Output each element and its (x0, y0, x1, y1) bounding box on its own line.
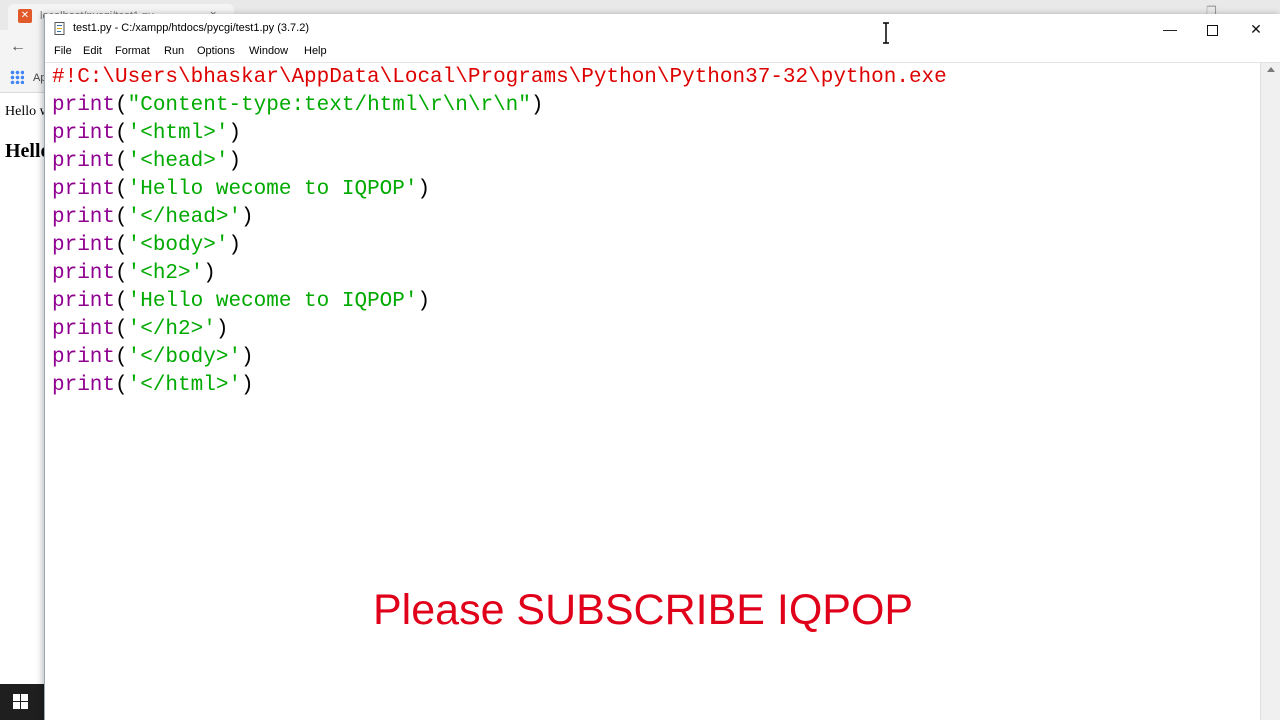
menu-bar: File Edit Format Run Options Window Help (45, 44, 1280, 63)
paren-close: ) (241, 374, 254, 397)
code-line: print('Hello wecome to IQPOP') (52, 288, 430, 316)
paren-open: ( (115, 234, 128, 257)
paren-close: ) (203, 262, 216, 285)
code-line: print('<body>') (52, 232, 241, 260)
maximize-button[interactable] (1190, 18, 1234, 40)
paren-close: ) (530, 94, 544, 117)
keyword-print: print (52, 346, 116, 369)
string-literal: '</body>' (127, 346, 242, 369)
code-line: print('Hello wecome to IQPOP') (52, 176, 430, 204)
string-literal: 'Hello wecome to IQPOP' (127, 290, 418, 313)
paren-open: ( (115, 346, 128, 369)
keyword-print: print (52, 318, 116, 341)
paren-open: ( (115, 290, 128, 313)
code-line-shebang: #!C:\Users\bhaskar\AppData\Local\Program… (52, 66, 947, 89)
paren-close: ) (228, 150, 242, 173)
keyword-print: print (52, 262, 116, 285)
paren-open: ( (115, 94, 128, 117)
paren-close: ) (228, 122, 242, 145)
keyword-print: print (52, 206, 116, 229)
back-arrow-icon[interactable]: ← (10, 38, 26, 56)
paren-open: ( (115, 122, 128, 145)
close-button[interactable]: ✕ (1234, 18, 1278, 40)
code-line: print('<head>') (52, 148, 241, 176)
code-line: print('</html>') (52, 372, 254, 400)
paren-open: ( (115, 374, 128, 397)
paren-close: ) (417, 178, 431, 201)
code-line: print('</body>') (52, 344, 254, 372)
paren-open: ( (115, 150, 128, 173)
string-literal: '</head>' (127, 206, 242, 229)
code-line: print("Content-type:text/html\r\n\r\n") (52, 92, 544, 120)
paren-close: ) (241, 346, 254, 369)
string-literal: '<html>' (127, 122, 229, 145)
maximize-icon (1206, 24, 1218, 36)
subscribe-overlay-text: Please SUBSCRIBE IQPOP (373, 586, 914, 634)
xampp-favicon-icon: ✕ (18, 9, 32, 23)
paren-open: ( (115, 318, 128, 341)
menu-help[interactable]: Help (304, 45, 327, 57)
keyword-print: print (52, 150, 116, 173)
paren-close: ) (417, 290, 431, 313)
window-title: test1.py - C:/xampp/htdocs/pycgi/test1.p… (73, 22, 309, 34)
keyword-print: print (52, 290, 116, 313)
menu-edit[interactable]: Edit (83, 45, 102, 57)
menu-format[interactable]: Format (115, 45, 150, 57)
vertical-scrollbar[interactable] (1260, 63, 1280, 720)
python-file-icon (54, 22, 65, 35)
string-literal: '</html>' (127, 374, 242, 397)
keyword-print: print (52, 234, 116, 257)
menu-options[interactable]: Options (197, 45, 235, 57)
string-literal: '</h2>' (127, 318, 216, 341)
string-literal: '<head>' (127, 150, 229, 173)
string-literal: '<body>' (127, 234, 229, 257)
keyword-print: print (52, 178, 116, 201)
keyword-print: print (52, 94, 116, 117)
string-literal: '<h2>' (127, 262, 204, 285)
keyword-print: print (52, 122, 116, 145)
paren-close: ) (228, 234, 242, 257)
text-cursor-icon (883, 22, 889, 44)
paren-open: ( (115, 206, 128, 229)
menu-window[interactable]: Window (249, 45, 288, 57)
paren-open: ( (115, 178, 128, 201)
string-literal: 'Hello wecome to IQPOP' (127, 178, 418, 201)
code-line: print('</head>') (52, 204, 254, 232)
code-line: print('<h2>') (52, 260, 216, 288)
taskbar (0, 684, 44, 720)
code-line: print('</h2>') (52, 316, 228, 344)
paren-close: ) (241, 206, 254, 229)
keyword-print: print (52, 374, 116, 397)
windows-start-icon[interactable] (13, 694, 29, 710)
code-line: print('<html>') (52, 120, 241, 148)
menu-file[interactable]: File (54, 45, 72, 57)
paren-open: ( (115, 262, 128, 285)
menu-run[interactable]: Run (164, 45, 184, 57)
string-literal: "Content-type:text/html\r\n\r\n" (127, 94, 531, 117)
apps-grid-icon[interactable] (10, 70, 24, 84)
title-bar[interactable]: test1.py - C:/xampp/htdocs/pycgi/test1.p… (45, 14, 1280, 44)
minimize-button[interactable]: — (1148, 18, 1192, 40)
paren-close: ) (215, 318, 229, 341)
scroll-up-arrow-icon[interactable] (1267, 67, 1275, 72)
